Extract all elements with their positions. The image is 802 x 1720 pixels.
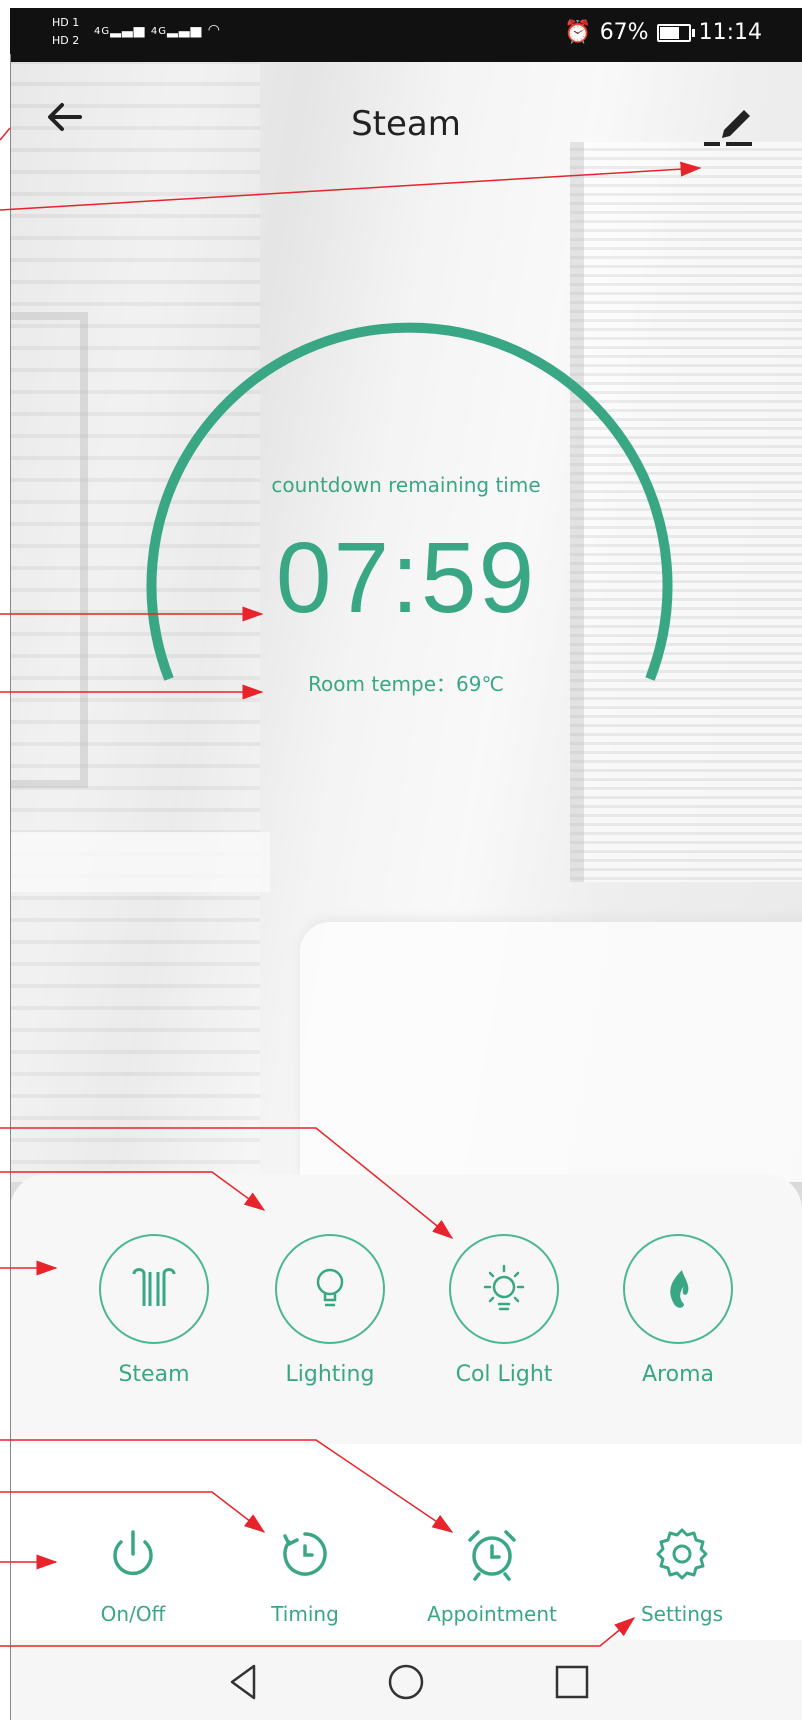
function-panel: Steam Lighting Col Light Aroma xyxy=(10,1174,802,1444)
gear-icon xyxy=(656,1528,708,1580)
col-light-circle xyxy=(449,1234,559,1344)
system-nav-bar xyxy=(10,1640,802,1720)
aroma-label: Aroma xyxy=(642,1362,714,1387)
signal1-text: 4G xyxy=(94,26,111,37)
annotation-left-rule xyxy=(10,54,11,1720)
settings-button[interactable]: Settings xyxy=(607,1524,757,1626)
app-header: Steam xyxy=(10,62,802,172)
room-temperature: Room tempe：69℃ xyxy=(308,672,504,696)
nav-home-icon[interactable] xyxy=(384,1660,428,1704)
alarm-clock-icon xyxy=(468,1530,516,1581)
signal-icon: ▂▃▅ xyxy=(110,22,146,38)
action-bar: On/Off Timing Appointment Settings xyxy=(10,1444,802,1640)
signal-indicators: 4G▂▃▅ 4G▂▃▅ ◠ xyxy=(94,22,221,38)
signal2-text: 4G xyxy=(150,26,168,37)
steam-button[interactable]: Steam xyxy=(94,1234,214,1387)
wifi-icon: ◠ xyxy=(207,22,221,38)
battery-percent: 67% xyxy=(599,20,649,45)
hd1-text: HD 1 xyxy=(52,16,80,29)
steam-label: Steam xyxy=(118,1362,190,1387)
lighting-circle xyxy=(275,1234,385,1344)
col-light-button[interactable]: Col Light xyxy=(444,1234,564,1387)
timing-label: Timing xyxy=(271,1602,339,1626)
countdown-time: 07:59 xyxy=(275,522,537,634)
nav-recents-icon[interactable] xyxy=(550,1660,594,1704)
bulb-icon xyxy=(316,1268,344,1307)
aroma-circle xyxy=(623,1234,733,1344)
status-right: ⏰ 67% 11:14 xyxy=(564,20,762,45)
sun-icon xyxy=(483,1264,525,1311)
flame-icon xyxy=(670,1270,689,1308)
aroma-button[interactable]: Aroma xyxy=(618,1234,738,1387)
countdown-label: countdown remaining time xyxy=(271,473,541,497)
battery-icon xyxy=(656,23,695,42)
signal-icon: ▂▃▅ xyxy=(167,22,203,38)
lighting-button[interactable]: Lighting xyxy=(270,1234,390,1387)
timing-button[interactable]: Timing xyxy=(230,1524,380,1626)
lighting-label: Lighting xyxy=(285,1362,375,1387)
steam-circle xyxy=(99,1234,209,1344)
hd2-text: HD 2 xyxy=(52,34,80,47)
appointment-label: Appointment xyxy=(427,1602,557,1626)
edit-button[interactable] xyxy=(700,96,756,152)
steam-icon xyxy=(132,1268,176,1306)
pen-icon xyxy=(704,110,752,146)
on-off-label: On/Off xyxy=(100,1602,166,1626)
on-off-button[interactable]: On/Off xyxy=(58,1524,208,1626)
nav-back-icon[interactable] xyxy=(222,1660,266,1704)
hd-indicators: HD 1 HD 2 xyxy=(52,14,79,50)
page-title: Steam xyxy=(351,104,461,144)
phone-screen: HD 1 HD 2 4G▂▃▅ 4G▂▃▅ ◠ ⏰ 67% 11:14 Stea… xyxy=(10,8,802,1720)
col-light-label: Col Light xyxy=(455,1362,553,1387)
appointment-button[interactable]: Appointment xyxy=(417,1524,567,1626)
clock-time: 11:14 xyxy=(698,20,762,45)
status-bar: HD 1 HD 2 4G▂▃▅ 4G▂▃▅ ◠ ⏰ 67% 11:14 xyxy=(10,8,802,62)
power-icon xyxy=(113,1530,153,1576)
settings-label: Settings xyxy=(640,1602,724,1626)
timer-icon xyxy=(283,1532,327,1576)
alarm-icon: ⏰ xyxy=(564,20,592,45)
